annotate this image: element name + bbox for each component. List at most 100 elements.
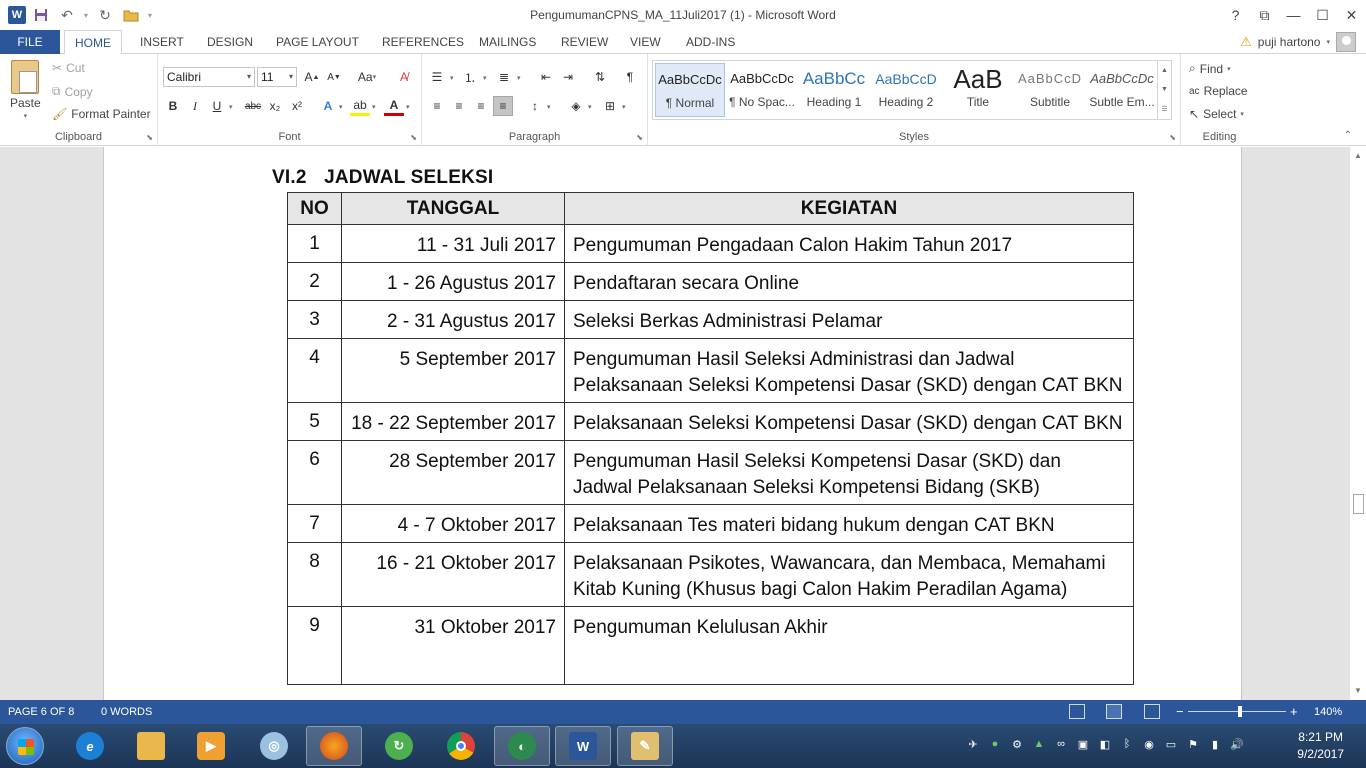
redo-icon[interactable]: ↻ <box>94 5 116 25</box>
warning-icon[interactable]: ⚠ <box>1240 34 1252 50</box>
maximize-button[interactable]: ☐ <box>1308 0 1337 30</box>
tab-home[interactable]: HOME <box>64 30 122 55</box>
borders-dropdown-icon[interactable]: ▾ <box>622 103 626 111</box>
multilevel-list-icon[interactable]: ≣ <box>494 67 514 87</box>
device-icon[interactable]: ▣ <box>1075 736 1091 752</box>
select-button[interactable]: ↖ Select ▾ <box>1189 107 1244 121</box>
numbering-dropdown-icon[interactable]: ▾ <box>483 74 487 82</box>
link-icon[interactable]: ∞ <box>1053 736 1069 752</box>
system-clock[interactable]: 8:21 PM 9/2/2017 <box>1297 729 1344 763</box>
style-heading-2[interactable]: AaBbCcD Heading 2 <box>871 63 941 117</box>
font-color-dropdown-icon[interactable]: ▾ <box>406 103 410 111</box>
font-family-select[interactable]: Calibri ▾ <box>163 67 255 87</box>
avatar[interactable] <box>1336 32 1356 52</box>
strikethrough-button[interactable]: abc <box>241 96 265 116</box>
media-player-icon[interactable]: ▶ <box>183 726 239 766</box>
word-count[interactable]: 0 WORDS <box>101 706 152 718</box>
network-share-icon[interactable]: ⚙ <box>1009 736 1025 752</box>
network-tool-icon[interactable]: ◐ <box>494 726 550 766</box>
minimize-button[interactable]: — <box>1279 0 1308 30</box>
more-styles-icon[interactable]: ☰ <box>1161 105 1167 113</box>
borders-icon[interactable]: ⊞ <box>600 96 620 116</box>
green-circle-icon[interactable]: ● <box>987 736 1003 752</box>
chrome-icon[interactable] <box>433 726 489 766</box>
font-launcher-icon[interactable]: ⬊ <box>410 133 417 142</box>
print-layout-icon[interactable] <box>1106 704 1122 719</box>
highlight-dropdown-icon[interactable]: ▾ <box>372 103 376 111</box>
underline-dropdown-icon[interactable]: ▾ <box>229 103 233 111</box>
justify-icon[interactable]: ≡ <box>493 96 513 116</box>
word-icon[interactable]: W <box>555 726 611 766</box>
disc-tool-icon[interactable]: ◎ <box>246 726 302 766</box>
decrease-indent-icon[interactable]: ⇤ <box>536 67 556 87</box>
text-effects-dropdown-icon[interactable]: ▾ <box>339 103 343 111</box>
styles-launcher-icon[interactable]: ⬊ <box>1169 133 1176 142</box>
sort-icon[interactable]: ⇅ <box>590 67 610 87</box>
font-size-select[interactable]: 11 ▾ <box>257 67 297 87</box>
grow-font-icon[interactable]: A ▲ <box>302 67 322 87</box>
style-heading-1[interactable]: AaBbCc Heading 1 <box>799 63 869 117</box>
tab-insert[interactable]: INSERT <box>130 30 194 54</box>
replace-button[interactable]: ac Replace <box>1189 84 1248 98</box>
gallery-scroll[interactable]: ▲ ▼ ☰ <box>1157 61 1171 119</box>
zoom-slider[interactable] <box>1188 711 1286 712</box>
undo-dropdown-icon[interactable]: ▾ <box>84 11 88 20</box>
chevron-up-icon[interactable]: ▲ <box>1161 67 1168 74</box>
zoom-in-button[interactable]: + <box>1290 704 1298 719</box>
style-subtitle[interactable]: AaBbCcD Subtitle <box>1015 63 1085 117</box>
italic-button[interactable]: I <box>185 96 205 116</box>
open-folder-icon[interactable] <box>120 5 142 25</box>
tab-page-layout[interactable]: PAGE LAYOUT <box>266 30 369 54</box>
paint-icon[interactable]: ✎ <box>617 726 673 766</box>
shading-icon[interactable]: ◈ <box>566 96 586 116</box>
wireless-icon[interactable]: ◉ <box>1141 736 1157 752</box>
align-right-icon[interactable]: ≡ <box>471 96 491 116</box>
shrink-font-icon[interactable]: A ▼ <box>324 67 344 87</box>
document-area[interactable]: VI.2 JADWAL SELEKSI NO TANGGAL KEGIATAN … <box>0 147 1366 700</box>
collapse-ribbon-icon[interactable]: ⌃ <box>1344 130 1352 141</box>
antivirus-icon[interactable]: ▲ <box>1031 736 1047 752</box>
shading-dropdown-icon[interactable]: ▾ <box>588 103 592 111</box>
vertical-scrollbar[interactable]: ▲ ▼ <box>1349 147 1366 700</box>
copy-button[interactable]: ⧉ Copy <box>52 84 93 99</box>
multilevel-dropdown-icon[interactable]: ▾ <box>517 74 521 82</box>
tab-references[interactable]: REFERENCES <box>372 30 474 54</box>
subscript-button[interactable]: x₂ <box>265 96 285 116</box>
scroll-down-icon[interactable]: ▼ <box>1350 684 1366 698</box>
firefox-icon[interactable] <box>306 726 362 766</box>
bold-button[interactable]: B <box>163 96 183 116</box>
zoom-slider-thumb[interactable] <box>1238 706 1242 717</box>
volume-icon[interactable]: 🔊 <box>1229 736 1245 752</box>
chevron-down-icon[interactable]: ▼ <box>1161 86 1168 93</box>
clear-formatting-icon[interactable]: A̸ <box>394 67 414 87</box>
scroll-thumb[interactable] <box>1353 494 1364 514</box>
nvidia-icon[interactable]: ◧ <box>1097 736 1113 752</box>
numbering-icon[interactable]: ⒈ <box>460 67 480 87</box>
customize-qat-icon[interactable]: ▾ <box>148 11 152 20</box>
ribbon-display-icon[interactable]: ⧉ <box>1250 0 1279 30</box>
zoom-out-button[interactable]: − <box>1176 704 1184 719</box>
word-logo-icon[interactable]: W <box>8 6 26 24</box>
paragraph-launcher-icon[interactable]: ⬊ <box>636 133 643 142</box>
undo-icon[interactable]: ↶ <box>56 5 78 25</box>
highlight-icon[interactable]: ab <box>350 96 370 116</box>
line-spacing-icon[interactable]: ↕ <box>525 96 545 116</box>
bullets-dropdown-icon[interactable]: ▾ <box>450 74 454 82</box>
change-case-button[interactable]: Aa ▾ <box>353 67 381 87</box>
battery-icon[interactable]: ▭ <box>1163 736 1179 752</box>
tab-view[interactable]: VIEW <box>620 30 671 54</box>
paste-button[interactable]: Paste ▾ <box>10 60 41 120</box>
tab-add-ins[interactable]: ADD-INS <box>676 30 745 54</box>
format-painter-button[interactable]: 🖌 Format Painter <box>52 107 151 121</box>
chevron-down-icon[interactable]: ▾ <box>1326 38 1330 46</box>
user-account[interactable]: ⚠ puji hartono ▾ <box>1240 30 1356 54</box>
green-app-icon[interactable]: ↻ <box>371 726 427 766</box>
internet-explorer-icon[interactable]: e <box>62 726 118 766</box>
style-normal[interactable]: AaBbCcDc ¶ Normal <box>655 63 725 117</box>
help-icon[interactable]: ? <box>1221 0 1250 30</box>
start-button[interactable] <box>6 727 44 765</box>
tab-file[interactable]: FILE <box>0 30 60 54</box>
clipboard-launcher-icon[interactable]: ⬊ <box>146 133 153 142</box>
zoom-level[interactable]: 140% <box>1314 706 1342 718</box>
page-count[interactable]: PAGE 6 OF 8 <box>8 706 74 718</box>
